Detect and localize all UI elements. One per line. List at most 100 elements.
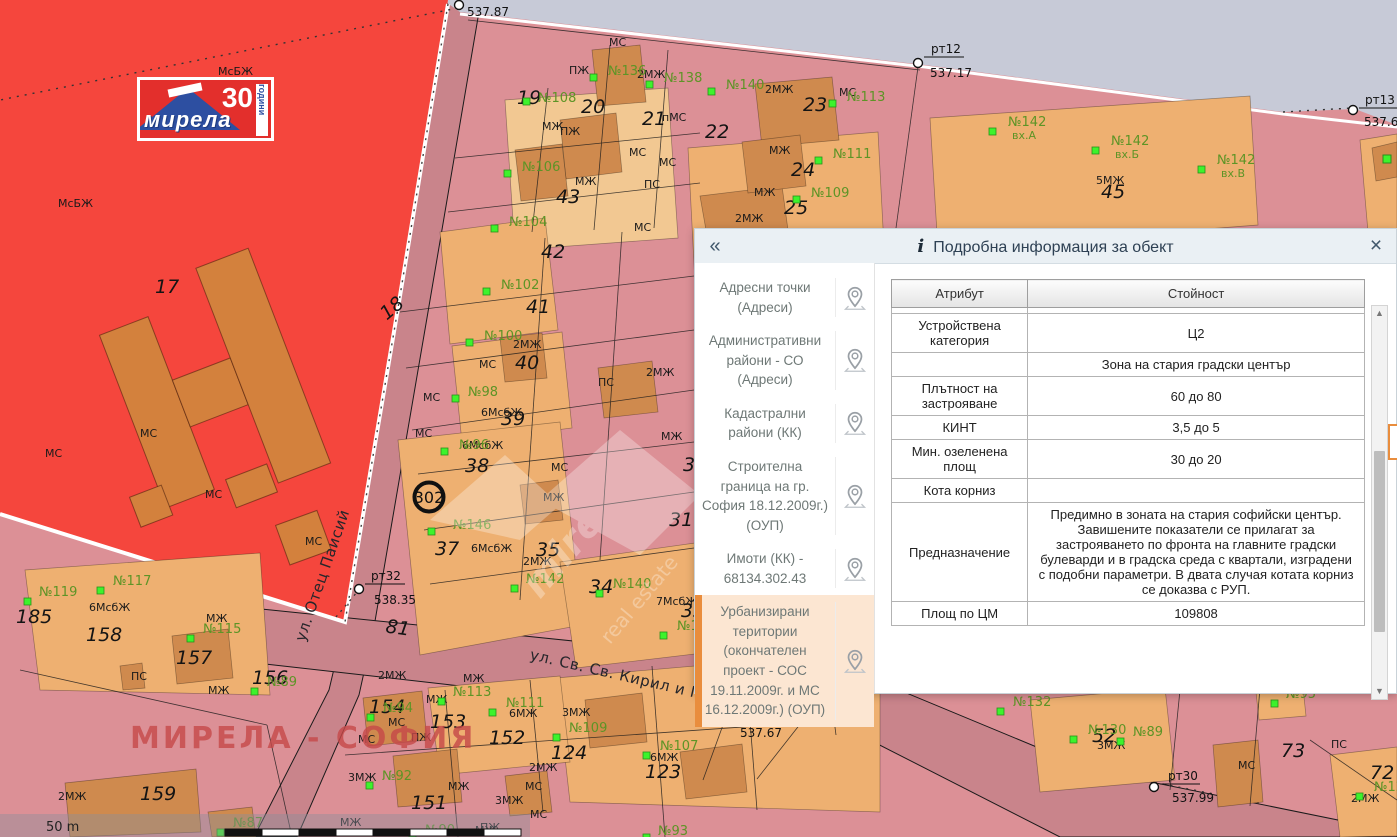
layer-menu-item-0[interactable]: Адресни точки (Адреси) [695,271,874,324]
parcel-number: 24 [791,159,815,181]
building-type-label: 2МЖ [646,366,674,379]
address-marker [1197,165,1206,174]
address-number-label: №96 [459,438,489,453]
building-type-label: МС [205,488,222,501]
parcel-number: 73 [1281,740,1305,762]
address-marker [482,287,491,296]
map-pin-icon [843,349,867,373]
value-cell: 60 до 80 [1027,376,1365,416]
address-marker [503,169,512,178]
address-marker [1382,154,1392,164]
building-type-label: 7МсбЖ [656,595,697,608]
survey-point-name: рт13 [1365,93,1395,107]
address-marker [814,156,823,165]
address-marker [552,733,561,742]
address-number-label: №128 [1374,780,1397,795]
building-type-label: 5МЖ [1096,174,1124,187]
address-marker [186,634,195,643]
building-type-label: МсБЖ [58,197,93,210]
building-type-label: МС [629,146,646,159]
watermark-text: МИРЕЛА - СОФИЯ [130,721,476,756]
building-type-label: МС [1238,759,1255,772]
attribute-cell: Предназначение [890,502,1029,602]
building-type-label: МС [45,447,62,460]
scroll-up-icon[interactable]: ▲ [1372,306,1387,321]
parcel-number: 37 [435,538,459,560]
address-marker [1355,792,1364,801]
parcel-number: 23 [803,94,827,116]
address-marker [522,97,531,106]
building-type-label: МС [634,221,651,234]
survey-point-icon [453,0,465,11]
address-marker [451,394,460,403]
survey-point-name: рт30 [1168,769,1198,783]
address-marker [1116,737,1125,746]
address-entrance-label: вх.А [1012,129,1036,142]
address-number-label: №111 [506,696,544,711]
survey-point-elevation: 537.63 [1364,115,1397,129]
table-row: Предназначение Предимно в зоната на стари… [890,502,1365,602]
value-cell: 30 до 20 [1027,439,1365,479]
map-pin-icon [843,412,867,436]
address-number-label: №130 [1088,723,1126,738]
building-type-label: 2МЖ [765,83,793,96]
address-number-label: №136 [608,64,646,79]
address-number-label: №119 [39,585,77,600]
address-marker [996,707,1005,716]
scroll-down-icon[interactable]: ▼ [1372,684,1387,699]
value-cell [1027,478,1365,503]
building-type-label: ПЖ [560,125,580,138]
scrollbar-thumb[interactable] [1374,451,1385,633]
layer-menu-item-4[interactable]: Имоти (КК) - 68134.302.43 [695,542,874,595]
address-marker [828,99,837,108]
building-type-label: МЖ [575,175,596,188]
address-entrance-label: вх.Б [1115,148,1139,161]
edge-partial-control[interactable] [1388,424,1397,460]
address-number-label: №104 [509,215,547,230]
map-pin-icon [843,649,867,673]
survey-point-elevation: 537.87 [467,5,509,19]
layer-menu-item-1[interactable]: Административни райони - СО (Адреси) [695,324,874,397]
building-type-label: 6МсбЖ [471,542,512,555]
map-pin-icon [843,286,867,310]
address-number-label: №142 [1111,134,1149,149]
parcel-number: 40 [515,352,539,374]
value-column-header: Стойност [1027,279,1365,308]
parcel-number: 151 [411,792,447,814]
map-pin-icon [843,557,867,581]
address-number-label: №109 [569,721,607,736]
panel-collapse-button[interactable]: « [695,235,735,258]
parcel-number: 152 [489,727,525,749]
value-cell: 109808 [1027,601,1365,626]
layer-menu-item-label: Урбанизирани територии (окончателен прое… [704,604,826,718]
address-number-label: №132 [1013,695,1051,710]
address-marker [488,708,497,717]
building-type-label: МС [609,36,626,49]
building-type-label: МС [479,358,496,371]
layer-menu-item-5[interactable]: Урбанизирани територии (окончателен прое… [695,595,874,728]
address-number-label: №113 [453,685,491,700]
panel-title: i Подробна информация за обект [735,236,1356,257]
address-marker [96,586,105,595]
table-scrollbar[interactable]: ▲ ▼ [1371,305,1388,700]
layer-menu-item-label: Адресни точки (Адреси) [719,280,811,315]
layer-menu-item-3[interactable]: Строителна граница на гр. София 18.12.20… [695,450,874,542]
attribute-cell: Кота корниз [890,478,1029,503]
table-row: Плътност на застрояване 60 до 80 [890,376,1365,416]
parcel-number: 158 [86,624,122,646]
building-type-label: МЖ [754,186,775,199]
building-type-label: ПС [598,376,614,389]
building-type-label: ПС [1331,738,1347,751]
address-number-label: №142 [1217,153,1255,168]
attribute-cell: Плътност на застрояване [890,376,1029,416]
attribute-cell [890,352,1029,377]
building-type-label: 2МЖ [735,212,763,225]
layer-menu-item-2[interactable]: Кадастрални райони (КК) [695,397,874,450]
survey-point-elevation: 537.67 [740,726,782,740]
address-number-label: №117 [113,574,151,589]
address-number-label: №115 [203,622,241,637]
address-marker [427,527,436,536]
address-marker [595,589,604,598]
panel-close-button[interactable]: × [1356,234,1396,258]
parcel-number: 42 [541,241,565,263]
